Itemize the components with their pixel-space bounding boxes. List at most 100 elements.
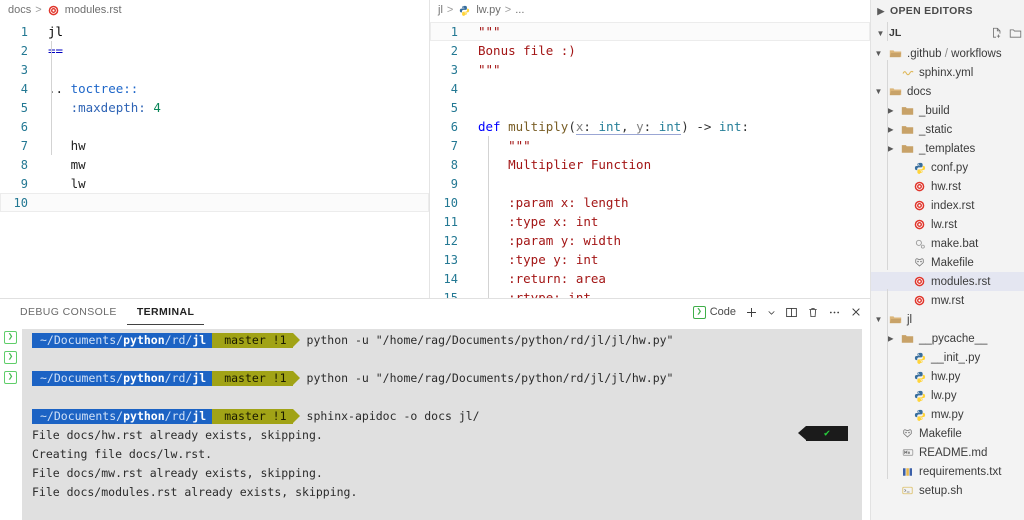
chevron-down-icon[interactable]: ▼	[873, 49, 884, 58]
tree-indent-guide	[887, 60, 888, 270]
explorer-item-label: _build	[919, 104, 950, 117]
explorer-tree-item[interactable]: · lw.rst	[871, 215, 1024, 234]
code-line[interactable]: 7 hw	[0, 136, 429, 155]
chevron-down-icon[interactable]	[767, 308, 776, 317]
code-line[interactable]: 8 mw	[0, 155, 429, 174]
explorer-tree-item[interactable]: · index.rst	[871, 196, 1024, 215]
code-line[interactable]: 3 """	[430, 60, 870, 79]
code-line[interactable]: 1 """	[430, 22, 870, 41]
command-decoration-icon[interactable]: ❯	[4, 371, 17, 384]
code-line[interactable]: 12 :param y: width	[430, 231, 870, 250]
explorer-tree-item[interactable]: · lw.py	[871, 386, 1024, 405]
breadcrumb-folder[interactable]: docs	[8, 4, 31, 16]
code-line[interactable]: 5 :maxdepth: 4	[0, 98, 429, 117]
code-line[interactable]: 10	[0, 193, 429, 212]
terminal-shell-selector[interactable]: ❯ Code	[692, 305, 736, 319]
breadcrumb-more[interactable]: ...	[515, 4, 524, 16]
code-line[interactable]: 5	[430, 98, 870, 117]
code-content-right[interactable]: 1 """ 2 Bonus file :) 3 """ 4 5 6 def multiply(x:…	[430, 20, 870, 298]
explorer-tree-item[interactable]: · modules.rst	[871, 272, 1024, 291]
breadcrumb-left[interactable]: docs > modules.rst	[0, 0, 429, 20]
terminal-container[interactable]: ❯ ❯ ❯ ~/Documents/python/rd/jl master !1 pyt…	[0, 325, 870, 520]
tab-terminal[interactable]: TERMINAL	[126, 299, 205, 325]
explorer-tree-item[interactable]: ·README.md	[871, 443, 1024, 462]
breadcrumb-folder[interactable]: jl	[438, 4, 443, 16]
explorer-file-tree[interactable]: ▼.github / workflows·sphinx.yml▼docs▶_bu…	[871, 44, 1024, 500]
code-line[interactable]: 6	[0, 117, 429, 136]
explorer-tree-item[interactable]: ▼ docs	[871, 82, 1024, 101]
command-decoration-icon[interactable]: ❯	[4, 351, 17, 364]
code-line[interactable]: 10 :param x: length	[430, 193, 870, 212]
explorer-tree-item[interactable]: · mw.rst	[871, 291, 1024, 310]
explorer-item-label: _templates	[919, 142, 976, 155]
editor-pane-lw-py[interactable]: jl > lw.py > ... 1 """ 2 Bonus file :) 3 """ 4…	[430, 0, 870, 298]
explorer-tree-item[interactable]: ·requirements.txt	[871, 462, 1024, 481]
explorer-tree-item[interactable]: · __init_.py	[871, 348, 1024, 367]
plus-icon[interactable]	[745, 306, 758, 319]
explorer-tree-item[interactable]: · hw.py	[871, 367, 1024, 386]
chevron-down-icon[interactable]: ▼	[873, 315, 884, 324]
makefile-icon	[900, 427, 915, 441]
section-open-editors[interactable]: ▶ OPEN EDITORS	[871, 0, 1024, 22]
explorer-item-label: Makefile	[931, 256, 974, 269]
explorer-tree-item[interactable]: ▶ _templates	[871, 139, 1024, 158]
chevron-down-icon[interactable]: ▼	[873, 87, 884, 96]
explorer-tree-item[interactable]: ·Makefile	[871, 253, 1024, 272]
code-line[interactable]: 2 ==	[0, 41, 429, 60]
terminal-output[interactable]: ~/Documents/python/rd/jl master !1 python …	[22, 329, 862, 520]
explorer-tree-item[interactable]: ▼ jl	[871, 310, 1024, 329]
code-line[interactable]: 9	[430, 174, 870, 193]
explorer-tree-item[interactable]: · hw.rst	[871, 177, 1024, 196]
explorer-sidebar[interactable]: ▶ OPEN EDITORS ▼ JL ▼ .github / workflows…	[870, 0, 1024, 520]
tab-debug-console[interactable]: DEBUG CONSOLE	[10, 299, 127, 325]
code-line[interactable]: 6 def multiply(x: int, y: int) -> int:	[430, 117, 870, 136]
explorer-tree-item[interactable]: · make.bat	[871, 234, 1024, 253]
code-line[interactable]: 7 """	[430, 136, 870, 155]
editor-pane-modules-rst[interactable]: docs > modules.rst 1 jl 2 == 3 4 .. toctree:: 5…	[0, 0, 430, 298]
terminal-output-line: File docs/hw.rst already exists, skippin…	[32, 428, 323, 442]
code-content-left[interactable]: 1 jl 2 == 3 4 .. toctree:: 5 :maxdepth: 467 hw 8…	[0, 20, 429, 212]
code-line[interactable]: 4 .. toctree::	[0, 79, 429, 98]
code-line[interactable]: 13 :type y: int	[430, 250, 870, 269]
explorer-tree-item[interactable]: ▶ __pycache__	[871, 329, 1024, 348]
code-line-text: :maxdepth: 4	[40, 100, 429, 115]
breadcrumb-file[interactable]: modules.rst	[65, 4, 122, 16]
new-file-icon[interactable]	[990, 27, 1003, 40]
breadcrumb-file[interactable]: lw.py	[476, 4, 500, 16]
command-decoration-icon[interactable]: ❯	[4, 331, 17, 344]
code-token: mw	[48, 157, 86, 172]
close-icon[interactable]	[850, 306, 862, 318]
ellipsis-icon[interactable]	[828, 306, 841, 319]
code-token: int	[598, 119, 622, 135]
trash-icon[interactable]	[807, 306, 819, 319]
explorer-item-label: __init_.py	[931, 351, 981, 364]
twisty-placeholder: ·	[897, 220, 908, 229]
explorer-tree-item[interactable]: ▼ .github / workflows	[871, 44, 1024, 63]
code-token: :	[643, 119, 659, 135]
code-line[interactable]: 3	[0, 60, 429, 79]
explorer-tree-item[interactable]: ·sphinx.yml	[871, 63, 1024, 82]
explorer-tree-item[interactable]: · mw.py	[871, 405, 1024, 424]
code-line[interactable]: 1 jl	[0, 22, 429, 41]
breadcrumb-right[interactable]: jl > lw.py > ...	[430, 0, 870, 20]
code-line[interactable]: 11 :type x: int	[430, 212, 870, 231]
explorer-tree-item[interactable]: · conf.py	[871, 158, 1024, 177]
code-token: 4	[153, 100, 161, 115]
explorer-tree-item[interactable]: ▶ _build	[871, 101, 1024, 120]
explorer-tree-item[interactable]: ·Makefile	[871, 424, 1024, 443]
explorer-tree-item[interactable]: ▶ _static	[871, 120, 1024, 139]
code-line[interactable]: 2 Bonus file :)	[430, 41, 870, 60]
code-line[interactable]: 4	[430, 79, 870, 98]
explorer-tree-item[interactable]: · setup.sh	[871, 481, 1024, 500]
line-number: 8	[450, 157, 458, 172]
section-workspace-root[interactable]: ▼ JL	[871, 22, 1024, 44]
code-line[interactable]: 9 lw	[0, 174, 429, 193]
code-line-text: :type y: int	[470, 252, 870, 267]
code-line[interactable]: 15 :rtype: int	[430, 288, 870, 298]
code-line[interactable]: 8 Multiplier Function	[430, 155, 870, 174]
split-editor-icon[interactable]	[785, 306, 798, 319]
code-token: ) ->	[681, 119, 719, 134]
new-folder-icon[interactable]	[1009, 27, 1022, 40]
code-line[interactable]: 14 :return: area	[430, 269, 870, 288]
